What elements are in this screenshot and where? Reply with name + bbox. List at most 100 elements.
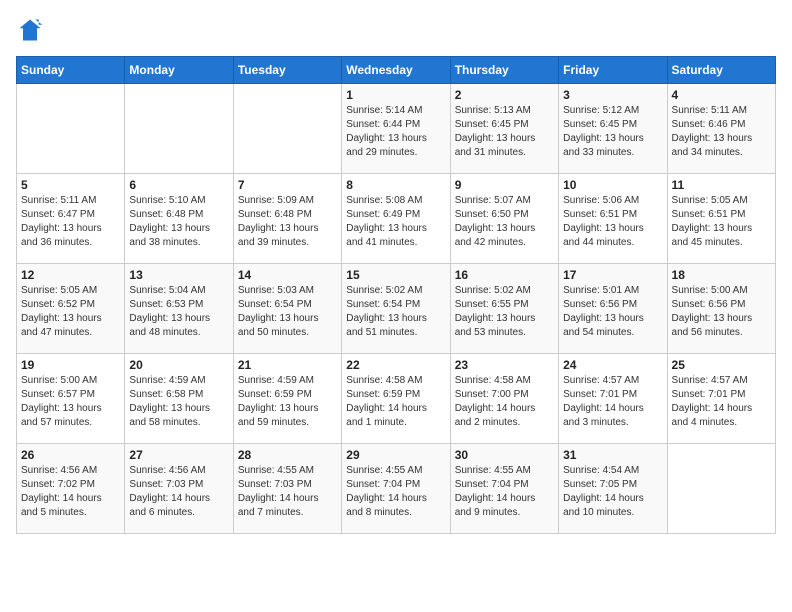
page-header	[16, 16, 776, 44]
day-number: 23	[455, 358, 554, 372]
day-info: Sunrise: 5:10 AM Sunset: 6:48 PM Dayligh…	[129, 194, 228, 250]
day-info: Sunrise: 4:54 AM Sunset: 7:05 PM Dayligh…	[563, 464, 662, 520]
calendar-cell	[233, 84, 341, 174]
day-info: Sunrise: 4:57 AM Sunset: 7:01 PM Dayligh…	[563, 374, 662, 430]
day-number: 12	[21, 268, 120, 282]
day-number: 31	[563, 448, 662, 462]
day-info: Sunrise: 5:02 AM Sunset: 6:55 PM Dayligh…	[455, 284, 554, 340]
calendar-week-row: 19 Sunrise: 5:00 AM Sunset: 6:57 PM Dayli…	[17, 354, 776, 444]
calendar-cell: 3 Sunrise: 5:12 AM Sunset: 6:45 PM Daylig…	[559, 84, 667, 174]
day-number: 2	[455, 88, 554, 102]
day-number: 30	[455, 448, 554, 462]
calendar-week-row: 26 Sunrise: 4:56 AM Sunset: 7:02 PM Dayli…	[17, 444, 776, 534]
calendar-cell	[17, 84, 125, 174]
day-number: 14	[238, 268, 337, 282]
header-sunday: Sunday	[17, 57, 125, 84]
calendar-cell: 26 Sunrise: 4:56 AM Sunset: 7:02 PM Dayli…	[17, 444, 125, 534]
calendar-cell: 6 Sunrise: 5:10 AM Sunset: 6:48 PM Daylig…	[125, 174, 233, 264]
calendar-cell: 8 Sunrise: 5:08 AM Sunset: 6:49 PM Daylig…	[342, 174, 450, 264]
day-number: 10	[563, 178, 662, 192]
calendar-cell: 18 Sunrise: 5:00 AM Sunset: 6:56 PM Dayli…	[667, 264, 775, 354]
day-info: Sunrise: 4:58 AM Sunset: 7:00 PM Dayligh…	[455, 374, 554, 430]
calendar-cell: 29Sunrise: 4:55 AM Sunset: 7:04 PM Dayli…	[342, 444, 450, 534]
day-info: Sunrise: 4:55 AM Sunset: 7:03 PM Dayligh…	[238, 464, 337, 520]
day-number: 6	[129, 178, 228, 192]
calendar-cell: 19 Sunrise: 5:00 AM Sunset: 6:57 PM Dayli…	[17, 354, 125, 444]
day-info: Sunrise: 4:56 AM Sunset: 7:02 PM Dayligh…	[21, 464, 120, 520]
day-info: Sunrise: 5:08 AM Sunset: 6:49 PM Dayligh…	[346, 194, 445, 250]
day-number: 5	[21, 178, 120, 192]
day-number: 9	[455, 178, 554, 192]
day-info: Sunrise: 5:03 AM Sunset: 6:54 PM Dayligh…	[238, 284, 337, 340]
day-number: 8	[346, 178, 445, 192]
day-number: 26	[21, 448, 120, 462]
day-number: 19	[21, 358, 120, 372]
day-info: Sunrise: 5:11 AM Sunset: 6:46 PM Dayligh…	[672, 104, 771, 160]
logo	[16, 16, 48, 44]
day-info: Sunrise: 5:13 AM Sunset: 6:45 PM Dayligh…	[455, 104, 554, 160]
day-number: 22	[346, 358, 445, 372]
day-number: 13	[129, 268, 228, 282]
day-number: 25	[672, 358, 771, 372]
header-monday: Monday	[125, 57, 233, 84]
day-info: Sunrise: 5:14 AM Sunset: 6:44 PM Dayligh…	[346, 104, 445, 160]
calendar-cell: 20 Sunrise: 4:59 AM Sunset: 6:58 PM Dayli…	[125, 354, 233, 444]
logo-icon	[16, 16, 44, 44]
calendar-cell: 27Sunrise: 4:56 AM Sunset: 7:03 PM Dayli…	[125, 444, 233, 534]
day-info: Sunrise: 5:01 AM Sunset: 6:56 PM Dayligh…	[563, 284, 662, 340]
calendar-week-row: 1 Sunrise: 5:14 AM Sunset: 6:44 PM Daylig…	[17, 84, 776, 174]
calendar-cell: 2 Sunrise: 5:13 AM Sunset: 6:45 PM Daylig…	[450, 84, 558, 174]
day-number: 15	[346, 268, 445, 282]
day-info: Sunrise: 5:00 AM Sunset: 6:56 PM Dayligh…	[672, 284, 771, 340]
calendar-cell: 23 Sunrise: 4:58 AM Sunset: 7:00 PM Dayli…	[450, 354, 558, 444]
calendar-cell: 14 Sunrise: 5:03 AM Sunset: 6:54 PM Dayli…	[233, 264, 341, 354]
calendar-cell: 4 Sunrise: 5:11 AM Sunset: 6:46 PM Daylig…	[667, 84, 775, 174]
calendar-cell: 25 Sunrise: 4:57 AM Sunset: 7:01 PM Dayli…	[667, 354, 775, 444]
day-number: 17	[563, 268, 662, 282]
day-number: 3	[563, 88, 662, 102]
day-number: 20	[129, 358, 228, 372]
day-number: 1	[346, 88, 445, 102]
calendar-cell	[667, 444, 775, 534]
day-info: Sunrise: 5:12 AM Sunset: 6:45 PM Dayligh…	[563, 104, 662, 160]
day-info: Sunrise: 5:05 AM Sunset: 6:51 PM Dayligh…	[672, 194, 771, 250]
calendar-cell: 17 Sunrise: 5:01 AM Sunset: 6:56 PM Dayli…	[559, 264, 667, 354]
day-number: 4	[672, 88, 771, 102]
header-tuesday: Tuesday	[233, 57, 341, 84]
calendar-cell	[125, 84, 233, 174]
day-info: Sunrise: 5:05 AM Sunset: 6:52 PM Dayligh…	[21, 284, 120, 340]
day-info: Sunrise: 4:59 AM Sunset: 6:58 PM Dayligh…	[129, 374, 228, 430]
day-number: 7	[238, 178, 337, 192]
day-number: 24	[563, 358, 662, 372]
day-info: Sunrise: 4:57 AM Sunset: 7:01 PM Dayligh…	[672, 374, 771, 430]
day-number: 16	[455, 268, 554, 282]
calendar-cell: 1 Sunrise: 5:14 AM Sunset: 6:44 PM Daylig…	[342, 84, 450, 174]
calendar-cell: 24 Sunrise: 4:57 AM Sunset: 7:01 PM Dayli…	[559, 354, 667, 444]
calendar-cell: 30 Sunrise: 4:55 AM Sunset: 7:04 PM Dayli…	[450, 444, 558, 534]
calendar-cell: 22 Sunrise: 4:58 AM Sunset: 6:59 PM Dayli…	[342, 354, 450, 444]
day-info: Sunrise: 5:00 AM Sunset: 6:57 PM Dayligh…	[21, 374, 120, 430]
calendar-cell: 13 Sunrise: 5:04 AM Sunset: 6:53 PM Dayli…	[125, 264, 233, 354]
day-info: Sunrise: 4:59 AM Sunset: 6:59 PM Dayligh…	[238, 374, 337, 430]
calendar-cell: 7Sunrise: 5:09 AM Sunset: 6:48 PM Daylig…	[233, 174, 341, 264]
day-info: Sunrise: 5:04 AM Sunset: 6:53 PM Dayligh…	[129, 284, 228, 340]
calendar-cell: 5Sunrise: 5:11 AM Sunset: 6:47 PM Daylig…	[17, 174, 125, 264]
day-info: Sunrise: 4:56 AM Sunset: 7:03 PM Dayligh…	[129, 464, 228, 520]
calendar-cell: 31 Sunrise: 4:54 AM Sunset: 7:05 PM Dayli…	[559, 444, 667, 534]
calendar-cell: 11Sunrise: 5:05 AM Sunset: 6:51 PM Dayli…	[667, 174, 775, 264]
day-number: 18	[672, 268, 771, 282]
day-number: 28	[238, 448, 337, 462]
calendar-cell: 15Sunrise: 5:02 AM Sunset: 6:54 PM Dayli…	[342, 264, 450, 354]
day-info: Sunrise: 4:58 AM Sunset: 6:59 PM Dayligh…	[346, 374, 445, 430]
calendar-cell: 16 Sunrise: 5:02 AM Sunset: 6:55 PM Dayli…	[450, 264, 558, 354]
calendar-table: SundayMondayTuesdayWednesdayThursdayFrid…	[16, 56, 776, 534]
day-info: Sunrise: 5:06 AM Sunset: 6:51 PM Dayligh…	[563, 194, 662, 250]
calendar-header-row: SundayMondayTuesdayWednesdayThursdayFrid…	[17, 57, 776, 84]
day-number: 21	[238, 358, 337, 372]
calendar-cell: 10 Sunrise: 5:06 AM Sunset: 6:51 PM Dayli…	[559, 174, 667, 264]
day-number: 29	[346, 448, 445, 462]
day-info: Sunrise: 4:55 AM Sunset: 7:04 PM Dayligh…	[455, 464, 554, 520]
header-friday: Friday	[559, 57, 667, 84]
calendar-cell: 28 Sunrise: 4:55 AM Sunset: 7:03 PM Dayli…	[233, 444, 341, 534]
calendar-cell: 12 Sunrise: 5:05 AM Sunset: 6:52 PM Dayli…	[17, 264, 125, 354]
